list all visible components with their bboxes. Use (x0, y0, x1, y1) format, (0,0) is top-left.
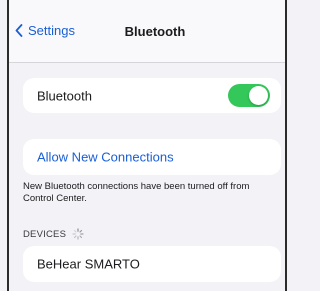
connections-footnote: New Bluetooth connections have been turn… (23, 181, 250, 204)
bluetooth-toggle[interactable] (228, 84, 270, 107)
bluetooth-row-label: Bluetooth (37, 88, 92, 103)
device-row[interactable]: BeHear SMARTO (23, 246, 281, 282)
allow-new-connections-row[interactable]: Allow New Connections (23, 139, 281, 175)
page-title: Bluetooth (124, 24, 186, 39)
navigation-bar: Settings Bluetooth (9, 0, 285, 63)
devices-section-header: DEVICES (23, 228, 84, 240)
device-name: BeHear SMARTO (37, 256, 140, 272)
allow-new-connections-link[interactable]: Allow New Connections (37, 150, 174, 165)
devices-header-label: DEVICES (23, 228, 67, 240)
bluetooth-row: Bluetooth (23, 78, 281, 113)
settings-screen: Settings Bluetooth Bluetooth Allow New C… (7, 0, 287, 291)
spinner-icon (72, 228, 84, 240)
toggle-knob (249, 86, 268, 105)
